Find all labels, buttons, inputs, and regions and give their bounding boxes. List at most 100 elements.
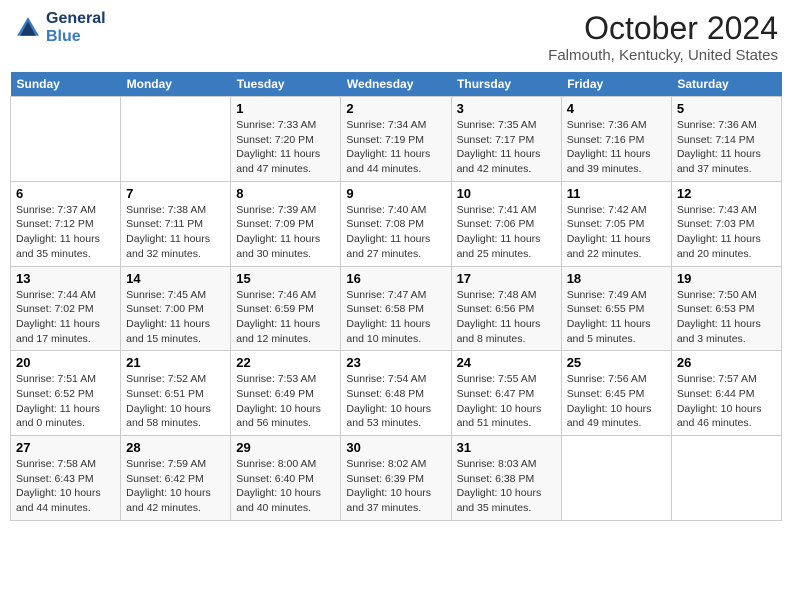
calendar-cell: 10 Sunrise: 7:41 AM Sunset: 7:06 PM Dayli… bbox=[451, 181, 561, 266]
calendar-cell: 17Sunrise: 7:48 AM Sunset: 6:56 PM Dayli… bbox=[451, 266, 561, 351]
day-info: Sunrise: 7:53 AM Sunset: 6:49 PM Dayligh… bbox=[236, 372, 335, 431]
calendar-cell bbox=[561, 436, 671, 521]
day-number: 31 bbox=[457, 440, 556, 455]
day-info: Sunrise: 7:40 AM Sunset: 7:08 PM Dayligh… bbox=[346, 203, 445, 262]
calendar-cell: 12Sunrise: 7:43 AM Sunset: 7:03 PM Dayli… bbox=[671, 181, 781, 266]
main-title: October 2024 bbox=[548, 10, 778, 47]
day-info: Sunrise: 7:44 AM Sunset: 7:02 PM Dayligh… bbox=[16, 288, 115, 347]
calendar-cell: 19Sunrise: 7:50 AM Sunset: 6:53 PM Dayli… bbox=[671, 266, 781, 351]
day-number: 15 bbox=[236, 271, 335, 286]
day-number: 4 bbox=[567, 101, 666, 116]
calendar-cell: 28Sunrise: 7:59 AM Sunset: 6:42 PM Dayli… bbox=[121, 436, 231, 521]
calendar-cell bbox=[671, 436, 781, 521]
calendar-cell: 11Sunrise: 7:42 AM Sunset: 7:05 PM Dayli… bbox=[561, 181, 671, 266]
calendar-cell: 14Sunrise: 7:45 AM Sunset: 7:00 PM Dayli… bbox=[121, 266, 231, 351]
day-info: Sunrise: 7:52 AM Sunset: 6:51 PM Dayligh… bbox=[126, 372, 225, 431]
day-number: 9 bbox=[346, 186, 445, 201]
logo-text: General Blue bbox=[46, 10, 106, 46]
calendar-cell bbox=[121, 97, 231, 182]
day-number: 12 bbox=[677, 186, 776, 201]
weekday-header-thursday: Thursday bbox=[451, 72, 561, 97]
weekday-header-tuesday: Tuesday bbox=[231, 72, 341, 97]
logo-icon bbox=[14, 14, 42, 42]
weekday-header-wednesday: Wednesday bbox=[341, 72, 451, 97]
calendar-week-1: 1 Sunrise: 7:33 AM Sunset: 7:20 PM Daylig… bbox=[11, 97, 782, 182]
day-info: Sunrise: 7:50 AM Sunset: 6:53 PM Dayligh… bbox=[677, 288, 776, 347]
day-info: Sunrise: 7:33 AM Sunset: 7:20 PM Dayligh… bbox=[236, 118, 335, 177]
day-number: 6 bbox=[16, 186, 115, 201]
calendar-cell: 5 Sunrise: 7:36 AM Sunset: 7:14 PM Daylig… bbox=[671, 97, 781, 182]
calendar-cell: 30Sunrise: 8:02 AM Sunset: 6:39 PM Dayli… bbox=[341, 436, 451, 521]
day-number: 7 bbox=[126, 186, 225, 201]
day-info: Sunrise: 7:47 AM Sunset: 6:58 PM Dayligh… bbox=[346, 288, 445, 347]
day-number: 29 bbox=[236, 440, 335, 455]
day-number: 13 bbox=[16, 271, 115, 286]
day-info: Sunrise: 8:02 AM Sunset: 6:39 PM Dayligh… bbox=[346, 457, 445, 516]
day-info: Sunrise: 7:49 AM Sunset: 6:55 PM Dayligh… bbox=[567, 288, 666, 347]
weekday-header-friday: Friday bbox=[561, 72, 671, 97]
day-number: 23 bbox=[346, 355, 445, 370]
calendar-cell: 22 Sunrise: 7:53 AM Sunset: 6:49 PM Dayli… bbox=[231, 351, 341, 436]
day-number: 2 bbox=[346, 101, 445, 116]
day-info: Sunrise: 7:51 AM Sunset: 6:52 PM Dayligh… bbox=[16, 372, 115, 431]
calendar-cell: 27Sunrise: 7:58 AM Sunset: 6:43 PM Dayli… bbox=[11, 436, 121, 521]
weekday-header-monday: Monday bbox=[121, 72, 231, 97]
calendar-week-5: 27Sunrise: 7:58 AM Sunset: 6:43 PM Dayli… bbox=[11, 436, 782, 521]
day-number: 5 bbox=[677, 101, 776, 116]
day-info: Sunrise: 7:55 AM Sunset: 6:47 PM Dayligh… bbox=[457, 372, 556, 431]
calendar-cell: 23 Sunrise: 7:54 AM Sunset: 6:48 PM Dayli… bbox=[341, 351, 451, 436]
calendar-cell: 20 Sunrise: 7:51 AM Sunset: 6:52 PM Dayli… bbox=[11, 351, 121, 436]
day-info: Sunrise: 8:03 AM Sunset: 6:38 PM Dayligh… bbox=[457, 457, 556, 516]
day-info: Sunrise: 7:54 AM Sunset: 6:48 PM Dayligh… bbox=[346, 372, 445, 431]
day-info: Sunrise: 8:00 AM Sunset: 6:40 PM Dayligh… bbox=[236, 457, 335, 516]
weekday-header-sunday: Sunday bbox=[11, 72, 121, 97]
calendar-week-2: 6 Sunrise: 7:37 AM Sunset: 7:12 PM Daylig… bbox=[11, 181, 782, 266]
calendar-cell: 3Sunrise: 7:35 AM Sunset: 7:17 PM Daylig… bbox=[451, 97, 561, 182]
day-info: Sunrise: 7:34 AM Sunset: 7:19 PM Dayligh… bbox=[346, 118, 445, 177]
day-number: 24 bbox=[457, 355, 556, 370]
calendar-cell: 21 Sunrise: 7:52 AM Sunset: 6:51 PM Dayli… bbox=[121, 351, 231, 436]
day-info: Sunrise: 7:45 AM Sunset: 7:00 PM Dayligh… bbox=[126, 288, 225, 347]
logo: General Blue bbox=[14, 10, 106, 46]
day-info: Sunrise: 7:36 AM Sunset: 7:14 PM Dayligh… bbox=[677, 118, 776, 177]
day-info: Sunrise: 7:58 AM Sunset: 6:43 PM Dayligh… bbox=[16, 457, 115, 516]
weekday-row: SundayMondayTuesdayWednesdayThursdayFrid… bbox=[11, 72, 782, 97]
title-block: October 2024 Falmouth, Kentucky, United … bbox=[548, 10, 778, 64]
day-number: 10 bbox=[457, 186, 556, 201]
day-number: 26 bbox=[677, 355, 776, 370]
calendar-header: SundayMondayTuesdayWednesdayThursdayFrid… bbox=[11, 72, 782, 97]
calendar-body: 1 Sunrise: 7:33 AM Sunset: 7:20 PM Daylig… bbox=[11, 97, 782, 521]
calendar-table: SundayMondayTuesdayWednesdayThursdayFrid… bbox=[10, 72, 782, 521]
day-info: Sunrise: 7:39 AM Sunset: 7:09 PM Dayligh… bbox=[236, 203, 335, 262]
day-info: Sunrise: 7:38 AM Sunset: 7:11 PM Dayligh… bbox=[126, 203, 225, 262]
calendar-cell: 29 Sunrise: 8:00 AM Sunset: 6:40 PM Dayli… bbox=[231, 436, 341, 521]
day-info: Sunrise: 7:37 AM Sunset: 7:12 PM Dayligh… bbox=[16, 203, 115, 262]
day-number: 1 bbox=[236, 101, 335, 116]
calendar-cell: 24 Sunrise: 7:55 AM Sunset: 6:47 PM Dayli… bbox=[451, 351, 561, 436]
day-info: Sunrise: 7:57 AM Sunset: 6:44 PM Dayligh… bbox=[677, 372, 776, 431]
calendar-cell: 4 Sunrise: 7:36 AM Sunset: 7:16 PM Daylig… bbox=[561, 97, 671, 182]
day-number: 16 bbox=[346, 271, 445, 286]
day-info: Sunrise: 7:42 AM Sunset: 7:05 PM Dayligh… bbox=[567, 203, 666, 262]
calendar-cell: 26 Sunrise: 7:57 AM Sunset: 6:44 PM Dayli… bbox=[671, 351, 781, 436]
day-info: Sunrise: 7:41 AM Sunset: 7:06 PM Dayligh… bbox=[457, 203, 556, 262]
calendar-cell: 15Sunrise: 7:46 AM Sunset: 6:59 PM Dayli… bbox=[231, 266, 341, 351]
day-number: 8 bbox=[236, 186, 335, 201]
day-number: 18 bbox=[567, 271, 666, 286]
calendar-cell bbox=[11, 97, 121, 182]
calendar-week-4: 20 Sunrise: 7:51 AM Sunset: 6:52 PM Dayli… bbox=[11, 351, 782, 436]
calendar-week-3: 13 Sunrise: 7:44 AM Sunset: 7:02 PM Dayli… bbox=[11, 266, 782, 351]
calendar-cell: 18 Sunrise: 7:49 AM Sunset: 6:55 PM Dayli… bbox=[561, 266, 671, 351]
weekday-header-saturday: Saturday bbox=[671, 72, 781, 97]
day-number: 20 bbox=[16, 355, 115, 370]
day-number: 22 bbox=[236, 355, 335, 370]
day-info: Sunrise: 7:36 AM Sunset: 7:16 PM Dayligh… bbox=[567, 118, 666, 177]
calendar-cell: 9 Sunrise: 7:40 AM Sunset: 7:08 PM Daylig… bbox=[341, 181, 451, 266]
calendar-cell: 1 Sunrise: 7:33 AM Sunset: 7:20 PM Daylig… bbox=[231, 97, 341, 182]
day-info: Sunrise: 7:59 AM Sunset: 6:42 PM Dayligh… bbox=[126, 457, 225, 516]
day-number: 25 bbox=[567, 355, 666, 370]
calendar-cell: 7 Sunrise: 7:38 AM Sunset: 7:11 PM Daylig… bbox=[121, 181, 231, 266]
page-header: General Blue October 2024 Falmouth, Kent… bbox=[10, 10, 782, 64]
calendar-cell: 25Sunrise: 7:56 AM Sunset: 6:45 PM Dayli… bbox=[561, 351, 671, 436]
day-number: 21 bbox=[126, 355, 225, 370]
